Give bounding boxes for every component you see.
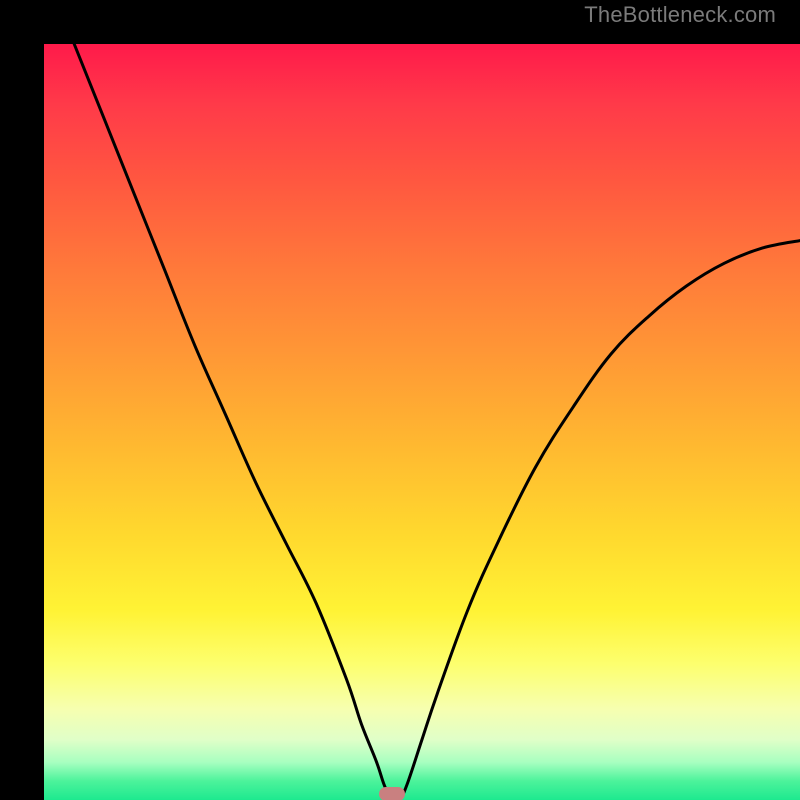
minimum-marker xyxy=(379,787,405,800)
chart-frame xyxy=(0,0,800,800)
plot-area xyxy=(44,44,800,800)
gradient-background xyxy=(44,44,800,800)
watermark-text: TheBottleneck.com xyxy=(584,2,776,28)
